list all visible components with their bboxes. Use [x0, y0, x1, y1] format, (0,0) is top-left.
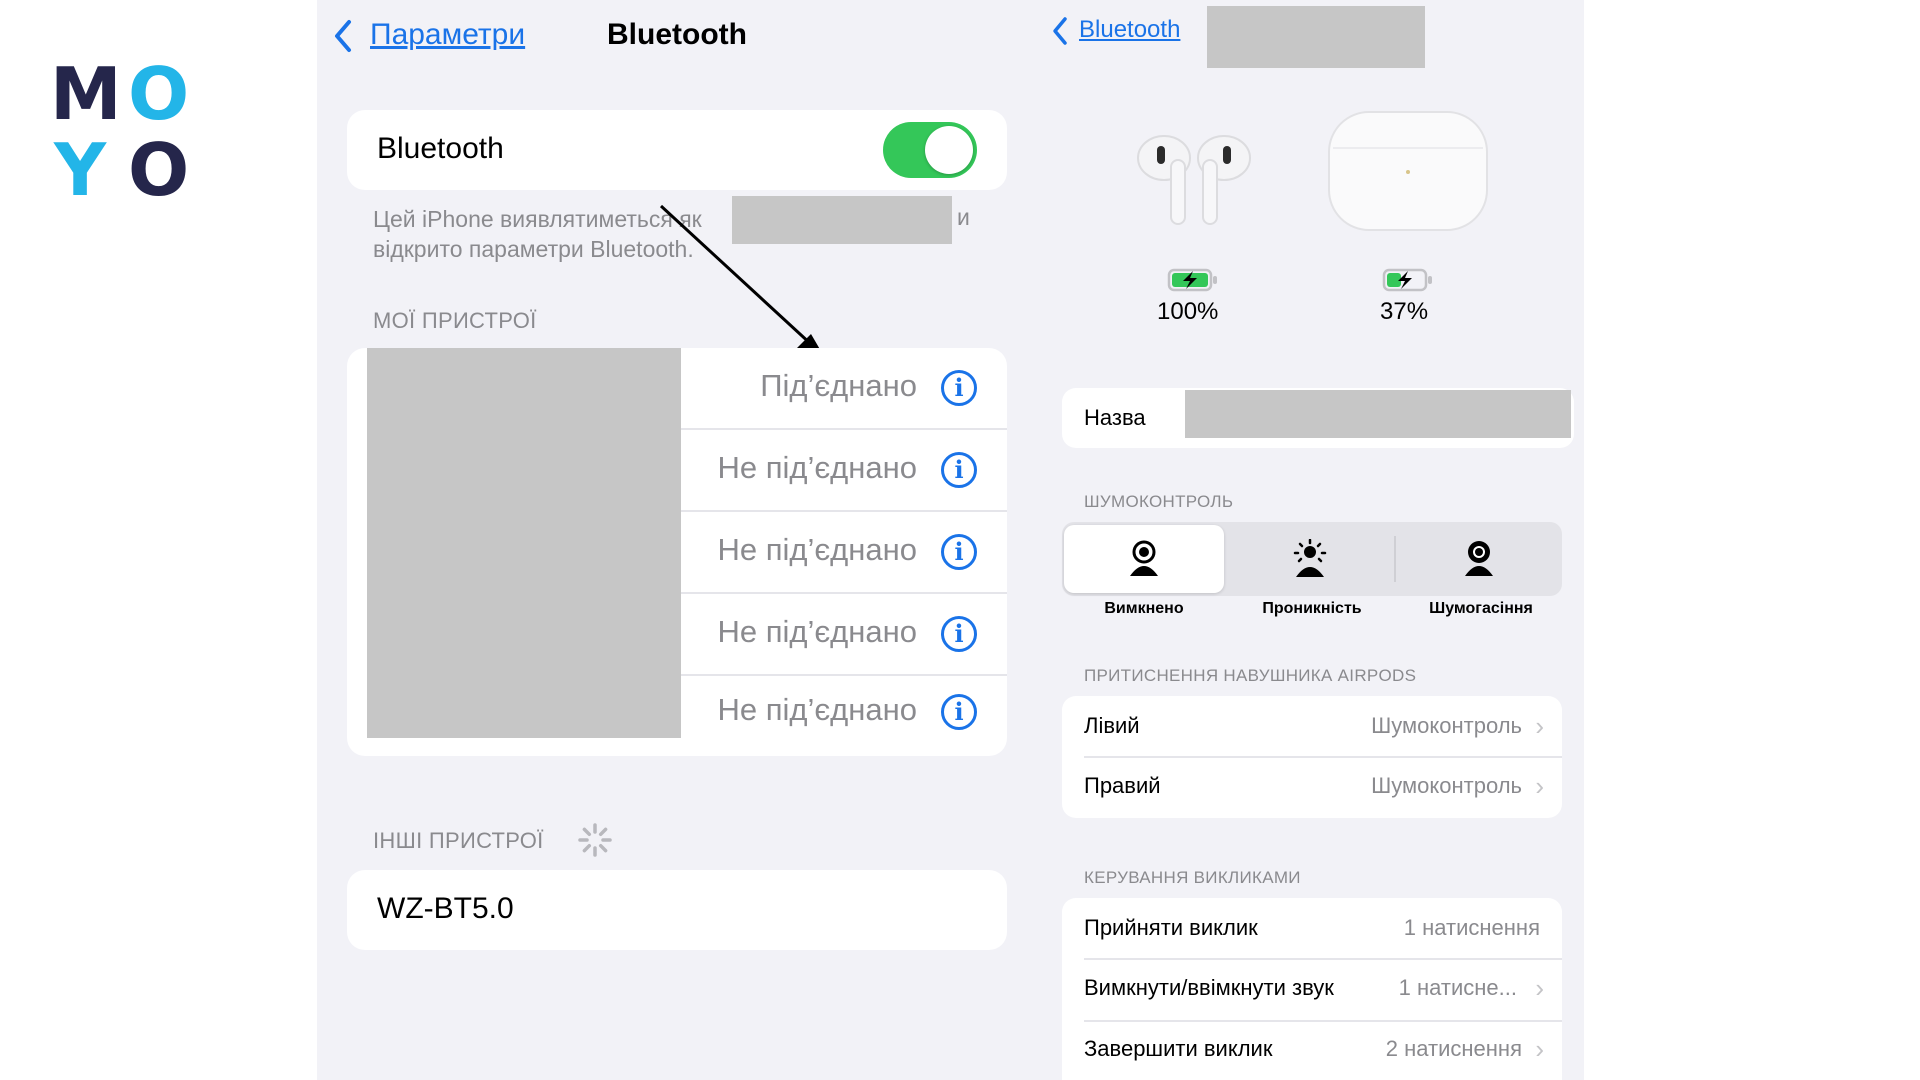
- press-right-row[interactable]: Правий Шумоконтроль ›: [1062, 758, 1562, 818]
- airpods-earbuds-image: [1137, 135, 1251, 225]
- noise-mode-transparency-segment[interactable]: [1228, 525, 1392, 593]
- device-row[interactable]: Не під’єднано i: [347, 512, 1007, 592]
- call-control-row[interactable]: Прийняти виклик 1 натиснення: [1062, 898, 1562, 958]
- press-row-label: Правий: [1084, 773, 1161, 798]
- call-controls-header: КЕРУВАННЯ ВИКЛИКАМИ: [1084, 868, 1301, 887]
- back-chevron-icon[interactable]: [1051, 16, 1069, 51]
- device-row[interactable]: Не під’єднано i: [347, 430, 1007, 510]
- device-status: Не під’єднано: [717, 532, 917, 567]
- battery-charging-icon: [1167, 268, 1217, 292]
- press-settings-card: Лівий Шумоконтроль › Правий Шумоконтроль…: [1062, 696, 1562, 818]
- noise-control-header: ШУМОКОНТРОЛЬ: [1084, 492, 1234, 511]
- info-icon[interactable]: i: [941, 534, 977, 570]
- call-control-row[interactable]: Завершити виклик 2 натиснення ›: [1062, 1022, 1562, 1080]
- bluetooth-label: Bluetooth: [377, 132, 504, 165]
- press-left-row[interactable]: Лівий Шумоконтроль ›: [1062, 696, 1562, 756]
- loading-spinner-icon: [578, 823, 612, 857]
- device-status: Не під’єднано: [717, 450, 917, 485]
- info-icon[interactable]: i: [941, 694, 977, 730]
- toggle-knob: [925, 126, 973, 174]
- logo-letter-y: Y: [54, 128, 107, 212]
- device-status: Не під’єднано: [717, 614, 917, 649]
- logo-letter-o1: O: [128, 52, 190, 136]
- earbuds-battery-percent: 100%: [1157, 298, 1219, 325]
- noise-mode-off-segment[interactable]: [1064, 525, 1224, 593]
- noise-cancellation-icon: [1465, 541, 1493, 576]
- my-devices-card: Під’єднано i Не під’єднано i Не під’єдна…: [347, 348, 1007, 756]
- chevron-right-icon: ›: [1535, 1034, 1544, 1064]
- noise-mode-label: Вимкнено: [1104, 600, 1184, 617]
- call-row-value: 1 натиснення: [1403, 915, 1540, 940]
- moyo-logo: M O Y O: [50, 58, 200, 208]
- other-device-name: WZ-BT5.0: [377, 892, 514, 925]
- press-airpods-header: ПРИТИСНЕННЯ НАВУШНИКА AIRPODS: [1084, 666, 1417, 685]
- airpods-settings-screen: Bluetooth 100% 37% Назва ШУМОКОНТРОЛЬ Ви…: [1037, 0, 1584, 1080]
- bluetooth-toggle-card: Bluetooth: [347, 110, 1007, 190]
- call-controls-card: Прийняти виклик 1 натиснення Вимкнути/вв…: [1062, 898, 1562, 1080]
- name-label: Назва: [1084, 405, 1146, 430]
- call-row-label: Прийняти виклик: [1084, 915, 1258, 940]
- redacted-title: [1207, 6, 1425, 68]
- info-icon[interactable]: i: [941, 616, 977, 652]
- press-row-value: Шумоконтроль: [1371, 773, 1522, 798]
- noise-control-segmented: [1062, 522, 1562, 596]
- discoverable-line-2: відкрито параметри Bluetooth.: [373, 236, 694, 262]
- chevron-right-icon: ›: [1535, 973, 1544, 1003]
- press-row-value: Шумоконтроль: [1371, 713, 1522, 738]
- case-battery-percent: 37%: [1380, 298, 1429, 325]
- call-row-label: Завершити виклик: [1084, 1036, 1273, 1061]
- bluetooth-settings-screen: Параметри Bluetooth Bluetooth Цей iPhone…: [317, 0, 1037, 1080]
- segment-divider: [1394, 536, 1396, 582]
- discoverable-note: Цей iPhone виявлятиметься як відкрито па…: [373, 204, 702, 264]
- battery-charging-icon: [1382, 268, 1432, 292]
- device-row[interactable]: Під’єднано i: [347, 348, 1007, 428]
- device-status: Під’єднано: [760, 368, 917, 403]
- info-icon[interactable]: i: [941, 370, 977, 406]
- redacted-airpods-name: [1185, 390, 1571, 438]
- call-row-value: 2 натиснення: [1385, 1036, 1522, 1061]
- noise-mode-label: Шумогасіння: [1429, 600, 1533, 617]
- back-to-settings-link[interactable]: Параметри: [370, 18, 525, 52]
- other-devices-header: ІНШІ ПРИСТРОЇ: [373, 828, 544, 853]
- back-chevron-icon[interactable]: [331, 18, 355, 59]
- back-to-bluetooth-link[interactable]: Bluetooth: [1079, 16, 1180, 44]
- call-row-label: Вимкнути/ввімкнути звук: [1084, 975, 1334, 1000]
- discoverable-line-1-end: и: [957, 204, 970, 230]
- device-row[interactable]: Не під’єднано i: [347, 676, 1007, 756]
- device-row[interactable]: Не під’єднано i: [347, 594, 1007, 674]
- my-devices-header: МОЇ ПРИСТРОЇ: [373, 308, 537, 333]
- chevron-right-icon: ›: [1535, 771, 1544, 801]
- transparency-icon: [1293, 539, 1327, 577]
- airpods-case-image: [1328, 111, 1488, 231]
- press-row-label: Лівий: [1084, 713, 1140, 738]
- info-icon[interactable]: i: [941, 452, 977, 488]
- logo-letter-o2: O: [128, 128, 190, 212]
- logo-letter-m: M: [50, 52, 122, 136]
- other-device-row[interactable]: WZ-BT5.0: [347, 870, 1007, 950]
- noise-mode-label: Проникність: [1262, 600, 1362, 617]
- noise-mode-anc-segment[interactable]: [1398, 525, 1560, 593]
- chevron-right-icon: ›: [1535, 711, 1544, 741]
- noise-off-icon: [1130, 540, 1158, 576]
- bluetooth-toggle[interactable]: [883, 122, 977, 178]
- call-row-value: 1 натисне...: [1398, 975, 1517, 1000]
- device-status: Не під’єднано: [717, 692, 917, 727]
- page-title: Bluetooth: [607, 18, 747, 51]
- discoverable-line-1: Цей iPhone виявлятиметься як: [373, 206, 702, 232]
- call-control-row[interactable]: Вимкнути/ввімкнути звук 1 натисне... ›: [1062, 960, 1562, 1020]
